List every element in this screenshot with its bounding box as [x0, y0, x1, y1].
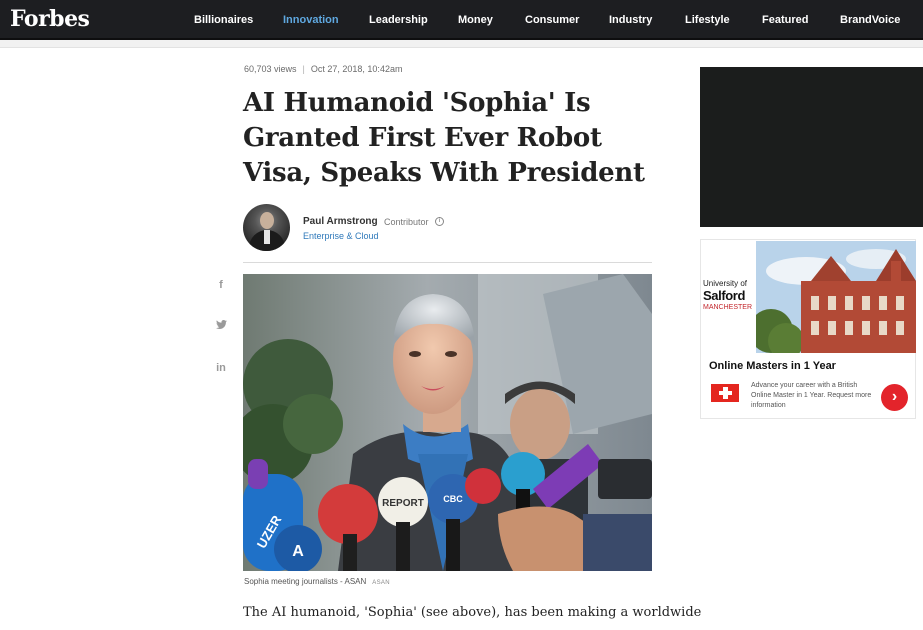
- caption-text: Sophia meeting journalists - ASAN: [244, 577, 367, 586]
- article-body-first-line: The AI humanoid, 'Sophia' (see above), h…: [243, 605, 702, 620]
- chevron-right-icon[interactable]: ›: [881, 384, 908, 411]
- university-name: Salford: [703, 288, 745, 303]
- nav-item-billionaires[interactable]: Billionaires: [194, 14, 253, 26]
- nav-item-consumer[interactable]: Consumer: [525, 14, 579, 26]
- nav-item-lifestyle[interactable]: Lifestyle: [685, 14, 730, 26]
- nav-item-brandvoice[interactable]: BrandVoice: [840, 14, 900, 26]
- linkedin-icon[interactable]: in: [214, 362, 228, 374]
- university-building-photo: [756, 241, 916, 353]
- avatar-face: [260, 212, 274, 229]
- view-count: 60,703 views: [244, 64, 297, 74]
- ad-title[interactable]: Online Masters in 1 Year: [709, 360, 836, 372]
- twitter-icon[interactable]: [214, 320, 228, 332]
- facebook-icon[interactable]: f: [214, 279, 228, 291]
- author-name[interactable]: Paul Armstrong: [303, 216, 378, 227]
- nav-item-featured[interactable]: Featured: [762, 14, 808, 26]
- article-headline: AI Humanoid 'Sophia' Is Granted First Ev…: [243, 88, 645, 188]
- flag-cross-horizontal: [719, 391, 732, 395]
- article-hero-image: REPORT CBC UZER A: [243, 274, 652, 571]
- image-credit: ASAN: [372, 580, 390, 586]
- author-role: Contributor: [384, 217, 429, 227]
- nav-item-industry[interactable]: Industry: [609, 14, 652, 26]
- author-divider: [243, 262, 652, 263]
- nav-item-money[interactable]: Money: [458, 14, 493, 26]
- nav-item-leadership[interactable]: Leadership: [369, 14, 428, 26]
- university-city: MANCHESTER: [703, 304, 753, 311]
- university-logo: University of Salford MANCHESTER: [703, 279, 757, 313]
- info-icon[interactable]: i: [435, 217, 444, 226]
- mic-label-report: REPORT: [382, 498, 424, 509]
- university-line1: University of: [703, 279, 748, 288]
- sophia-press-photo: REPORT CBC UZER A: [243, 274, 652, 571]
- nav-subbar: [0, 40, 923, 48]
- top-navigation: Forbes Billionaires Innovation Leadershi…: [0, 0, 923, 40]
- mic-label-cbc: CBC: [443, 494, 463, 504]
- display-ad[interactable]: ⓘ✕ University of Salford MANCHESTER: [700, 239, 916, 419]
- forbes-logo[interactable]: Forbes: [10, 6, 90, 32]
- twitter-bird-glyph: [215, 320, 227, 329]
- article-meta: 60,703 views | Oct 27, 2018, 10:42am: [244, 64, 402, 74]
- publish-date: Oct 27, 2018, 10:42am: [310, 64, 403, 74]
- author-avatar[interactable]: [243, 204, 290, 251]
- meta-separator: |: [302, 64, 305, 74]
- mic-label-a: A: [292, 543, 304, 560]
- avatar-shirt: [264, 230, 270, 244]
- ad-building-image: [756, 241, 916, 353]
- swiss-flag-icon: [711, 384, 739, 402]
- author-channel-link[interactable]: Enterprise & Cloud: [303, 231, 379, 241]
- image-caption: Sophia meeting journalists - ASAN ASAN: [244, 577, 390, 586]
- ad-description: Advance your career with a British Onlin…: [751, 382, 872, 409]
- video-ad-slot[interactable]: [700, 67, 923, 227]
- nav-item-innovation[interactable]: Innovation: [283, 14, 339, 26]
